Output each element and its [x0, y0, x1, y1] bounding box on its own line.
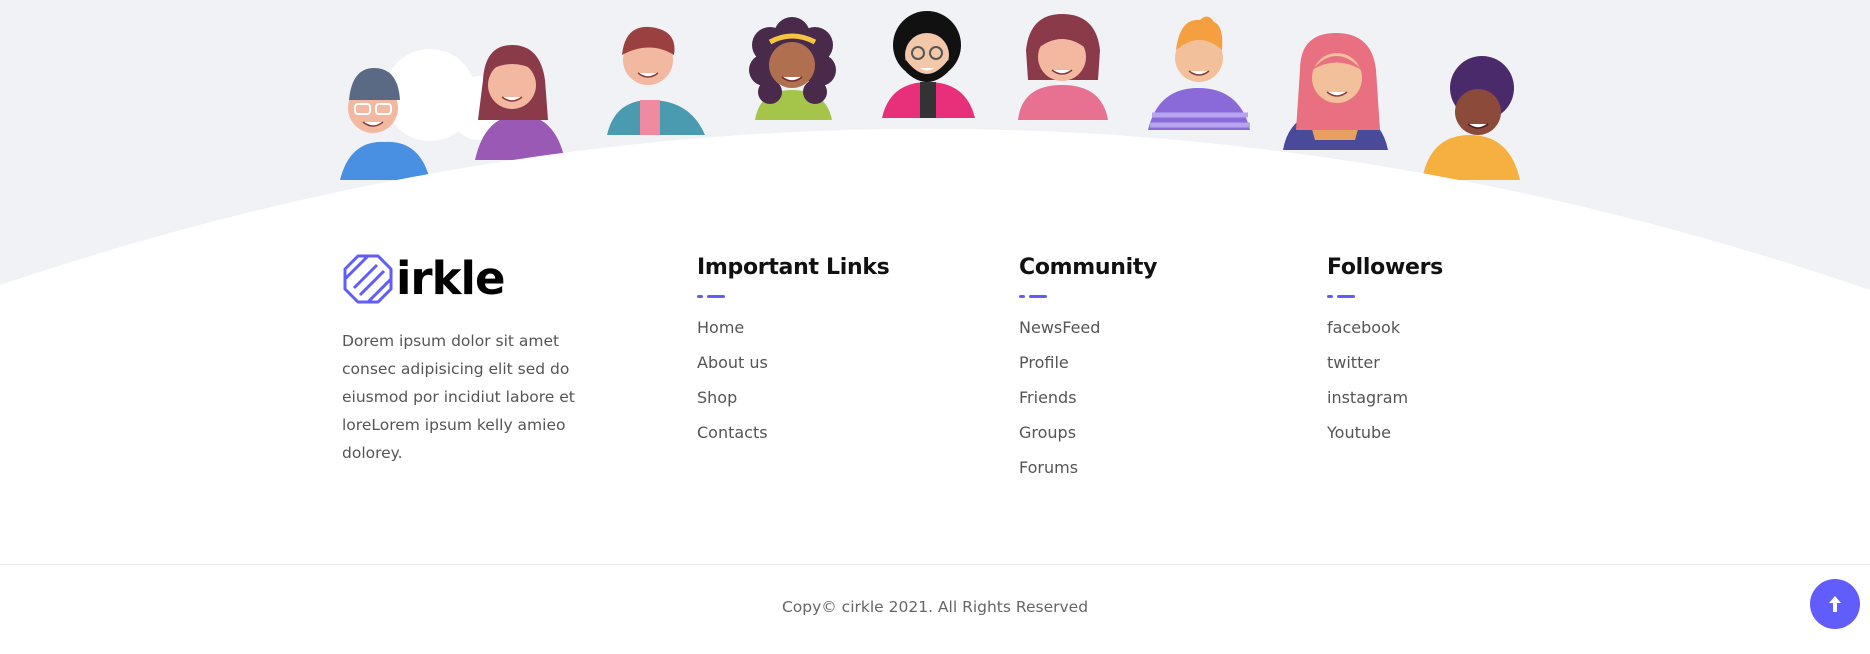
footer-link-shop[interactable]: Shop — [697, 388, 737, 407]
footer-link-youtube[interactable]: Youtube — [1327, 423, 1391, 442]
list-item: Contacts — [697, 423, 889, 458]
footer-link-friends[interactable]: Friends — [1019, 388, 1077, 407]
footer-link-about-us[interactable]: About us — [697, 353, 768, 372]
list-item: twitter — [1327, 353, 1443, 388]
column-title: Community — [1019, 255, 1158, 280]
list-item: Shop — [697, 388, 889, 423]
footer-link-forums[interactable]: Forums — [1019, 458, 1078, 477]
link-list: facebook twitter instagram Youtube — [1327, 318, 1443, 458]
list-item: About us — [697, 353, 889, 388]
footer-divider — [0, 564, 1870, 565]
column-title: Important Links — [697, 255, 890, 280]
copyright-text: Copy© cirkle 2021. All Rights Reserved — [781, 598, 1089, 616]
column-followers: Followers facebook twitter instagram You… — [1327, 253, 1443, 458]
title-underline — [697, 295, 889, 298]
footer-link-home[interactable]: Home — [697, 318, 744, 337]
title-underline — [1019, 295, 1157, 298]
footer-link-profile[interactable]: Profile — [1019, 353, 1069, 372]
column-important-links: Important Links Home About us Shop Conta… — [697, 253, 890, 458]
footer-link-contacts[interactable]: Contacts — [697, 423, 768, 442]
title-underline — [1327, 295, 1443, 298]
footer-link-facebook[interactable]: facebook — [1327, 318, 1400, 337]
list-item: Forums — [1019, 458, 1157, 493]
list-item: Profile — [1019, 353, 1157, 388]
list-item: Home — [697, 318, 889, 353]
list-item: instagram — [1327, 388, 1443, 423]
footer: irkle Dorem ipsum dolor sit amet consec … — [0, 0, 1870, 565]
footer-link-twitter[interactable]: twitter — [1327, 353, 1380, 372]
column-community: Community NewsFeed Profile Friends Group… — [1019, 253, 1157, 493]
footer-link-newsfeed[interactable]: NewsFeed — [1019, 318, 1100, 337]
logo-text: irkle — [396, 252, 505, 305]
list-item: Youtube — [1327, 423, 1443, 458]
logo[interactable]: irkle — [342, 253, 622, 305]
column-title: Followers — [1327, 255, 1443, 280]
brand-description: Dorem ipsum dolor sit amet consec adipis… — [342, 332, 575, 462]
brand-block: irkle Dorem ipsum dolor sit amet consec … — [342, 253, 622, 467]
link-list: Home About us Shop Contacts — [697, 318, 889, 458]
footer-link-instagram[interactable]: instagram — [1327, 388, 1408, 407]
list-item: NewsFeed — [1019, 318, 1157, 353]
cirkle-logo-icon — [343, 254, 393, 304]
list-item: facebook — [1327, 318, 1443, 353]
footer-link-groups[interactable]: Groups — [1019, 423, 1076, 442]
link-list: NewsFeed Profile Friends Groups Forums — [1019, 318, 1157, 493]
list-item: Groups — [1019, 423, 1157, 458]
arrow-up-icon — [1829, 596, 1841, 612]
scroll-to-top-button[interactable] — [1810, 579, 1860, 629]
list-item: Friends — [1019, 388, 1157, 423]
